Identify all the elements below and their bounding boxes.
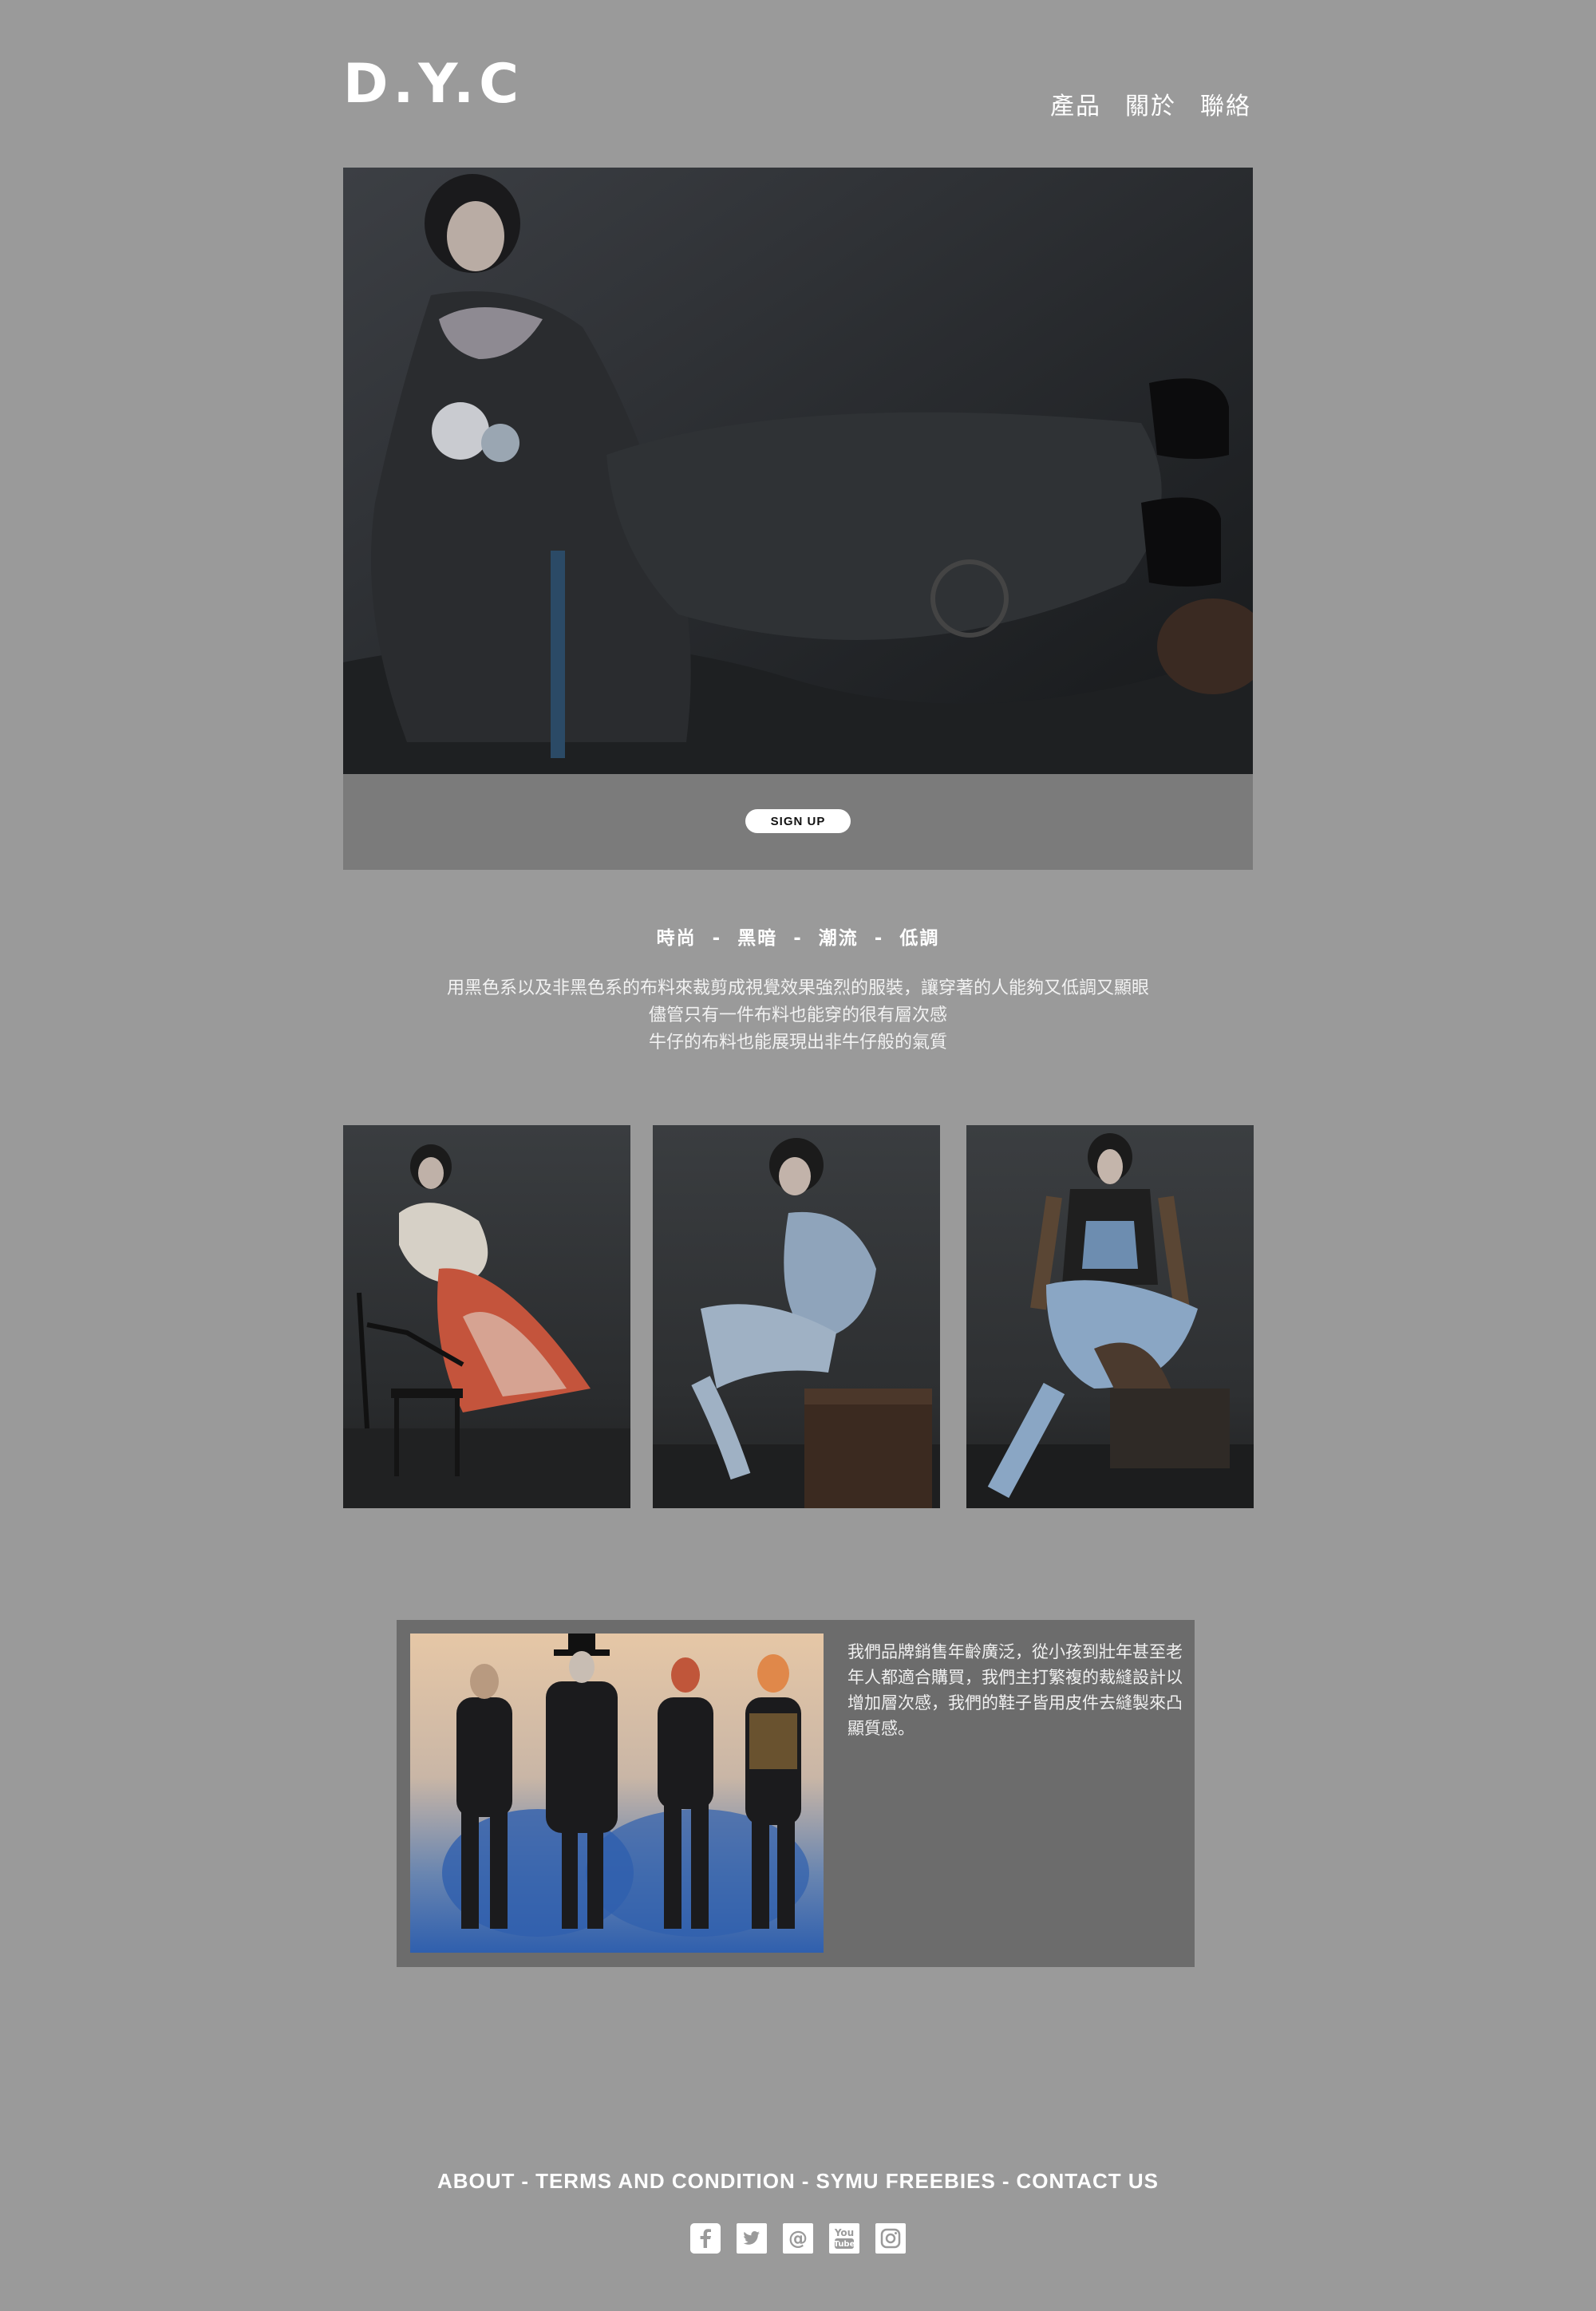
- twitter-icon[interactable]: [737, 2223, 767, 2254]
- description-line: 牛仔的布料也能展現出非牛仔般的氣質: [648, 1033, 947, 1053]
- feature-photo-illustration: [442, 1634, 809, 1937]
- gallery-photo-1-illustration: [343, 1144, 630, 1508]
- gallery-photo-3-illustration: [966, 1133, 1254, 1508]
- nav-about-link[interactable]: 關於: [1125, 86, 1176, 121]
- footer-freebies-link[interactable]: SYMU FREEBIES: [816, 2169, 995, 2193]
- hero-image: [343, 168, 1253, 774]
- description-line: 用黑色系以及非黑色系的布料來裁剪成視覺效果強烈的服裝，讓穿著的人能夠又低調又顯眼: [446, 978, 1149, 998]
- footer-links: ABOUT - TERMS AND CONDITION - SYMU FREEBIES -…: [343, 2169, 1253, 2194]
- feature-description: 我們品牌銷售年齡廣泛，從小孩到壯年甚至老年人都適合購買，我們主打繁複的裁縫設計以…: [847, 1642, 1183, 1738]
- footer-separator: -: [1001, 2169, 1010, 2193]
- gallery-image-1[interactable]: [343, 1125, 630, 1508]
- youtube-icon[interactable]: You Tube: [829, 2223, 859, 2254]
- footer-terms-link[interactable]: TERMS AND CONDITION: [535, 2169, 796, 2193]
- svg-text:You: You: [834, 2227, 854, 2238]
- brand-tagline: 時尚 - 黑暗 - 潮流 - 低調: [656, 928, 940, 949]
- email-icon[interactable]: @: [783, 2223, 813, 2254]
- instagram-icon[interactable]: [875, 2223, 906, 2254]
- footer-separator: -: [521, 2169, 530, 2193]
- brand-logo[interactable]: D.Y.C: [343, 57, 523, 112]
- feature-section: 我們品牌銷售年齡廣泛，從小孩到壯年甚至老年人都適合購買，我們主打繁複的裁縫設計以…: [397, 1620, 1195, 1967]
- footer-separator: -: [801, 2169, 810, 2193]
- gallery-photo-2-illustration: [653, 1138, 940, 1508]
- footer-about-link[interactable]: ABOUT: [437, 2169, 515, 2193]
- footer-contact-link[interactable]: CONTACT US: [1017, 2169, 1159, 2193]
- main-nav: 產品 關於 聯絡: [1050, 86, 1251, 121]
- description-line: 儘管只有一件布料也能穿的很有層次感: [648, 1005, 947, 1025]
- svg-text:Tube: Tube: [834, 2240, 855, 2249]
- hero-section: SIGN UP: [343, 168, 1253, 870]
- gallery-image-2[interactable]: [653, 1125, 940, 1508]
- gallery-image-3[interactable]: [966, 1125, 1254, 1508]
- facebook-icon[interactable]: [690, 2223, 721, 2254]
- sign-up-button[interactable]: SIGN UP: [745, 809, 851, 833]
- social-icons: @ You Tube: [0, 2223, 1596, 2254]
- nav-products-link[interactable]: 產品: [1050, 86, 1101, 121]
- hero-photo-illustration: [343, 168, 1253, 774]
- feature-image: [410, 1634, 824, 1953]
- brand-description: 用黑色系以及非黑色系的布料來裁剪成視覺效果強烈的服裝，讓穿著的人能夠又低調又顯眼…: [343, 975, 1253, 1057]
- svg-text:@: @: [788, 2227, 808, 2250]
- nav-contact-link[interactable]: 聯絡: [1200, 86, 1251, 121]
